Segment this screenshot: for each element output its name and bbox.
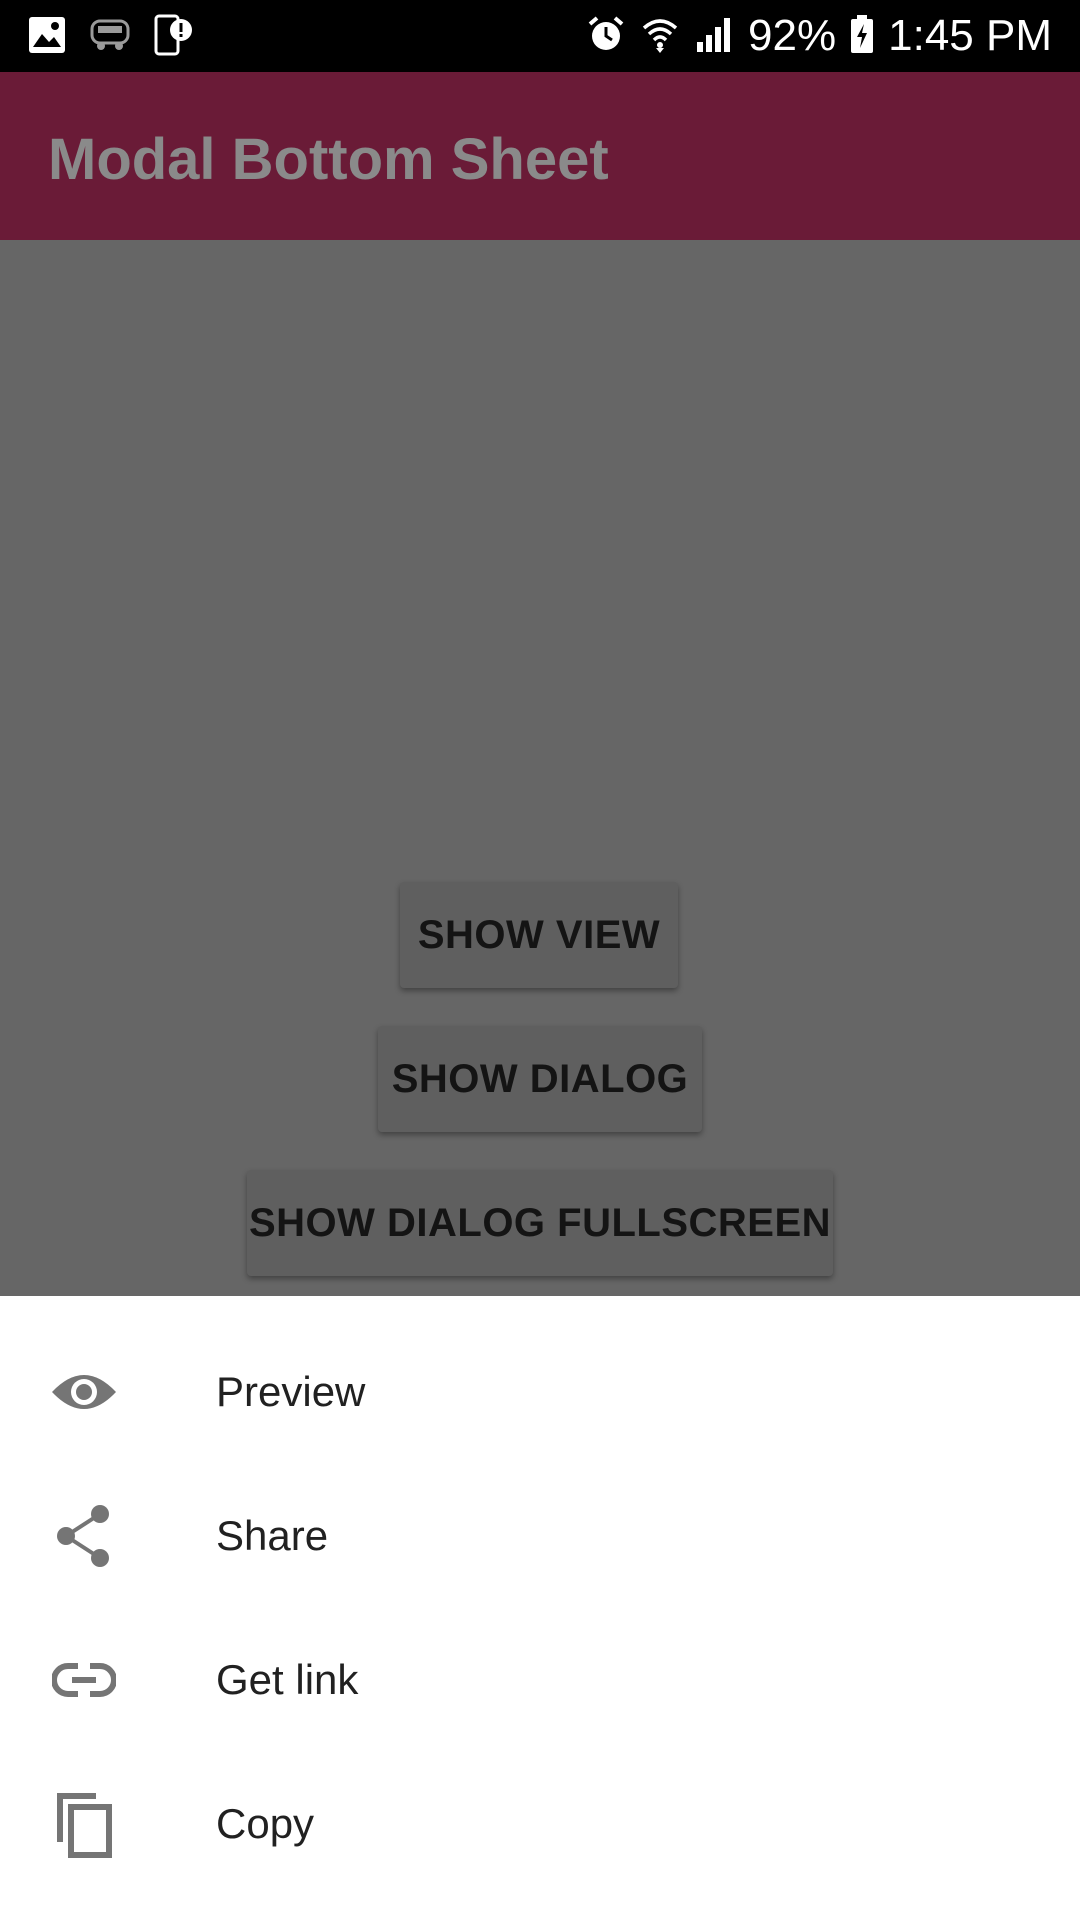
sheet-item-get-link[interactable]: Get link [0,1608,1080,1752]
app-bar: Modal Bottom Sheet [0,72,1080,240]
status-notifications [28,14,194,61]
signal-icon [694,14,734,59]
sheet-item-label: Copy [216,1800,315,1847]
share-icon [48,1500,120,1572]
sheet-item-label: Share [216,1512,329,1559]
show-dialog-fullscreen-button[interactable]: SHOW DIALOG FULLSCREEN [247,1170,833,1276]
show-view-button[interactable]: SHOW VIEW [400,882,678,988]
sheet-item-share[interactable]: Share [0,1464,1080,1608]
show-dialog-button[interactable]: SHOW DIALOG [378,1026,702,1132]
eye-icon [48,1356,120,1428]
sheet-item-copy[interactable]: Copy [0,1752,1080,1896]
sheet-item-preview[interactable]: Preview [0,1320,1080,1464]
status-system: 92% 1:45 PM [586,8,1052,64]
phone-alert-icon [154,14,194,61]
battery-charging-icon [850,14,874,59]
battery-percent: 92% [748,11,837,60]
screen: 92% 1:45 PM Modal Bottom Sheet SHOW VIEW… [0,0,1080,1920]
link-icon [48,1644,120,1716]
content-scrim[interactable]: SHOW VIEW SHOW DIALOG SHOW DIALOG FULLSC… [0,240,1080,1296]
page-title: Modal Bottom Sheet [48,127,609,192]
redbus-icon [90,17,130,58]
bottom-sheet: Preview Share Get link Copy [0,1296,1080,1920]
wifi-icon [640,14,680,59]
sheet-item-label: Get link [216,1656,359,1703]
image-icon [28,16,66,59]
alarm-icon [586,14,626,59]
status-bar: 92% 1:45 PM [0,0,1080,72]
sheet-item-label: Preview [216,1368,366,1415]
copy-icon [48,1788,120,1860]
clock: 1:45 PM [888,11,1052,60]
